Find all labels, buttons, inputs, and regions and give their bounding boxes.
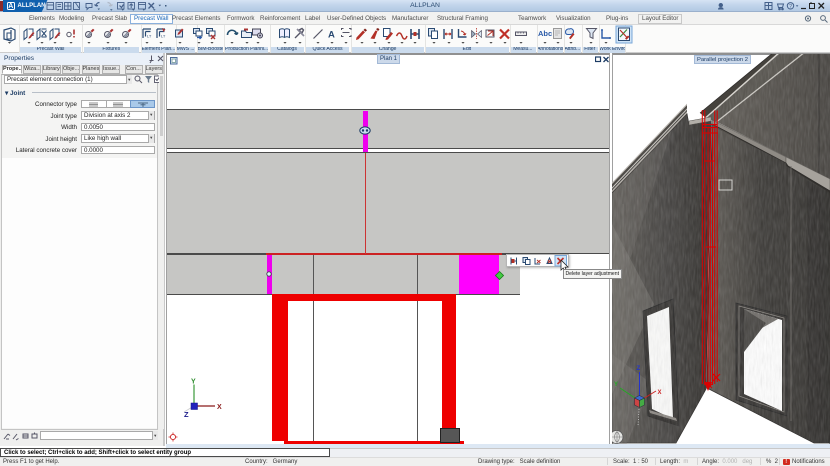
svg-text:X: X: [658, 390, 662, 396]
svg-text:Abc: Abc: [538, 29, 552, 38]
svg-text:X: X: [217, 404, 222, 411]
svg-text:Z: Z: [184, 410, 189, 419]
svg-text:Z: Z: [637, 366, 641, 372]
svg-text:Y: Y: [191, 379, 196, 386]
svg-text:Y: Y: [614, 382, 618, 388]
svg-text:A: A: [328, 30, 335, 41]
svg-text:?: ?: [789, 4, 792, 10]
